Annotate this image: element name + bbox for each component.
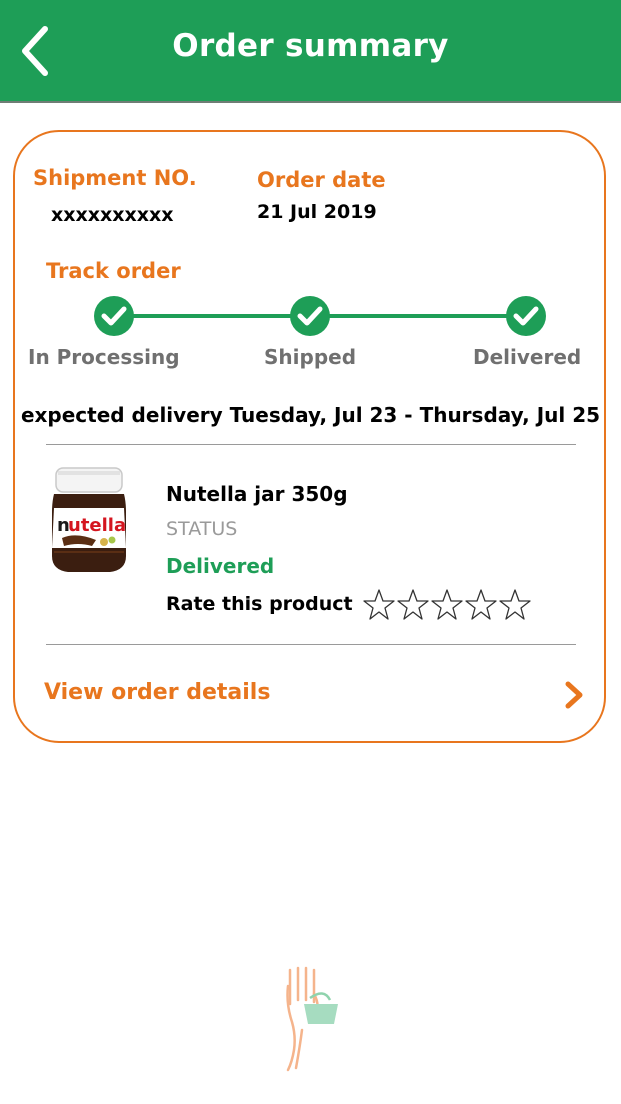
divider (46, 644, 576, 645)
star-icon[interactable] (430, 588, 464, 622)
view-order-details-link[interactable]: View order details (44, 680, 270, 705)
svg-text:utella: utella (68, 515, 126, 536)
star-icon[interactable] (464, 588, 498, 622)
app-header: Order summary (0, 0, 621, 103)
page-title: Order summary (172, 28, 449, 64)
shipment-number-label: Shipment NO. (33, 166, 197, 190)
star-icon[interactable] (396, 588, 430, 622)
order-tracker (94, 296, 548, 336)
star-icon[interactable] (362, 588, 396, 622)
order-date-label: Order date (257, 168, 386, 192)
status-label: STATUS (166, 518, 238, 540)
product-name: Nutella jar 350g (166, 482, 348, 506)
hand-basket-logo-icon (286, 966, 338, 1072)
step-label-delivered: Delivered (473, 345, 582, 369)
star-icon[interactable] (498, 588, 532, 622)
divider (46, 444, 576, 445)
step-2-check-icon (290, 296, 330, 336)
status-value: Delivered (166, 554, 275, 578)
step-label-processing: In Processing (28, 345, 180, 369)
shipment-number-value: xxxxxxxxxx (51, 204, 174, 226)
step-3-check-icon (506, 296, 546, 336)
rate-product-label: Rate this product (166, 593, 353, 615)
step-label-shipped: Shipped (264, 345, 357, 369)
nutella-jar-image: n utella (52, 467, 126, 572)
track-order-label: Track order (46, 259, 181, 283)
order-date-value: 21 Jul 2019 (257, 201, 377, 223)
expected-delivery-text: expected delivery Tuesday, Jul 23 - Thur… (20, 403, 601, 427)
chevron-right-icon[interactable] (563, 680, 585, 710)
step-1-check-icon (94, 296, 134, 336)
rating-stars (362, 588, 532, 622)
